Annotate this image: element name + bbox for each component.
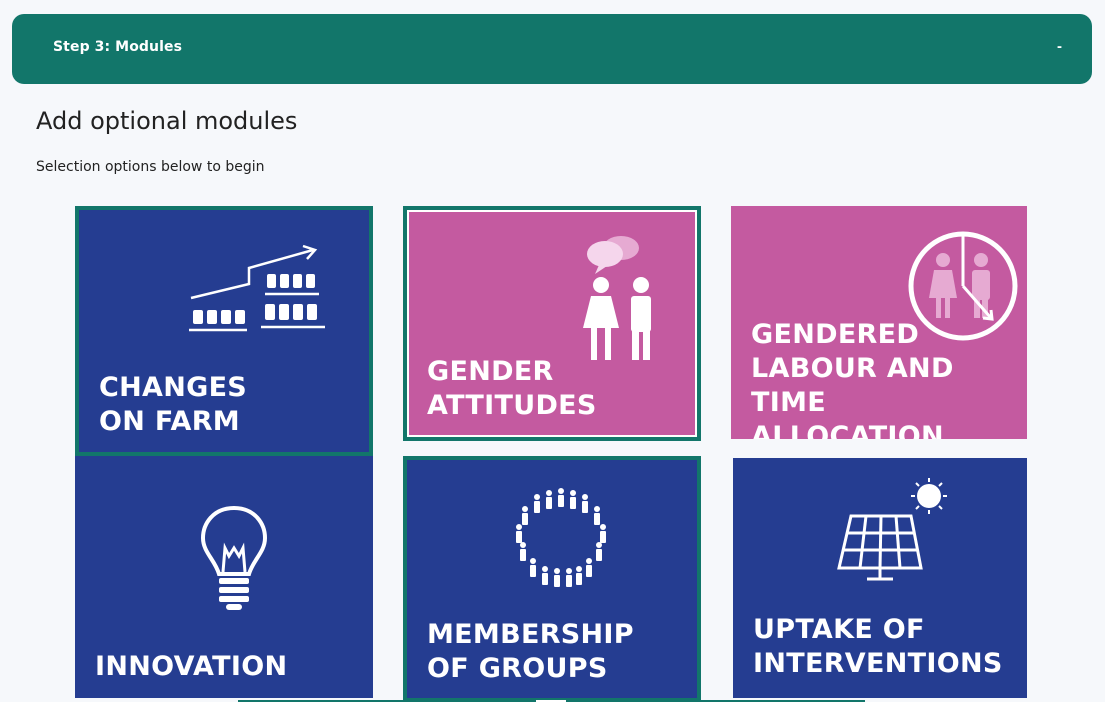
man-woman-speech-icon: [583, 236, 651, 360]
module-label: CHANGES ON FARM: [99, 372, 248, 437]
instruction-text: Selection options below to begin: [36, 159, 265, 175]
module-label: MEMBERSHIP OF GROUPS: [427, 619, 634, 684]
module-tile-gender-attitudes[interactable]: GENDER ATTITUDES: [403, 206, 701, 441]
farm-growth-chart-icon: [189, 244, 325, 332]
solar-panel-icon: [837, 478, 947, 581]
step-title: Step 3: Modules: [53, 39, 183, 55]
collapse-toggle-button[interactable]: -: [1057, 38, 1062, 55]
module-tile-gendered-labour[interactable]: GENDERED LABOUR AND TIME ALLOCATION: [731, 206, 1027, 439]
module-label: GENDER ATTITUDES: [427, 356, 597, 421]
module-label: INNOVATION: [95, 651, 288, 682]
module-tile-changes-on-farm[interactable]: CHANGES ON FARM: [75, 206, 373, 456]
module-tile-membership-of-groups[interactable]: MEMBERSHIP OF GROUPS: [403, 456, 701, 702]
module-label: UPTAKE OF INTERVENTIONS: [753, 614, 1003, 679]
people-circle-icon: [516, 488, 606, 587]
lightbulb-icon: [200, 505, 268, 610]
step-header[interactable]: Step 3: Modules -: [12, 14, 1092, 84]
module-tile-innovation[interactable]: INNOVATION: [75, 456, 373, 698]
page-heading: Add optional modules: [36, 107, 298, 135]
module-label: GENDERED LABOUR AND TIME ALLOCATION: [751, 319, 954, 439]
module-tile-uptake-of-interventions[interactable]: UPTAKE OF INTERVENTIONS: [733, 458, 1027, 698]
